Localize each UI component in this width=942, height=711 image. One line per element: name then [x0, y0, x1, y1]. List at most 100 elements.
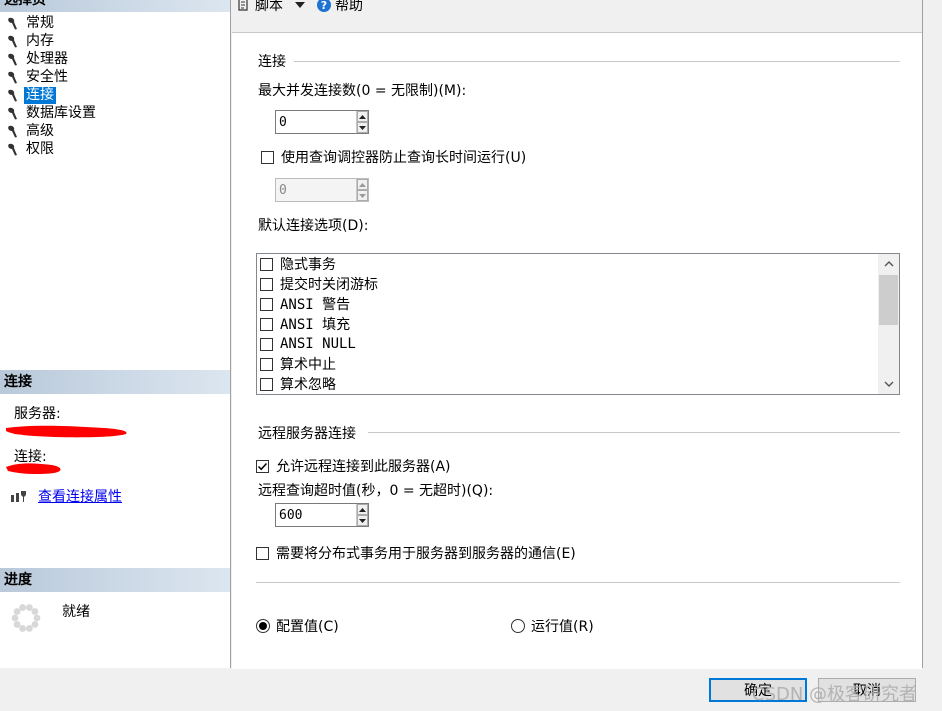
default-option-item[interactable]: ANSI NULL: [260, 334, 378, 354]
default-options-label: 默认连接选项(D):: [258, 218, 369, 234]
toolbar: 脚本 ? 帮助: [236, 0, 363, 16]
page-item[interactable]: 内存: [6, 32, 98, 50]
ok-button[interactable]: 确定: [709, 678, 807, 702]
allow-remote-checkbox[interactable]: [256, 459, 269, 473]
default-option-label: ANSI 填充: [280, 317, 351, 333]
default-option-item[interactable]: ANSI 警告: [260, 294, 378, 314]
default-option-checkbox[interactable]: [260, 277, 273, 291]
connections-group-title: 连接: [258, 54, 286, 70]
help-icon: ?: [317, 0, 331, 12]
cancel-button[interactable]: 取消: [818, 678, 916, 702]
checkmark-icon: [257, 462, 268, 470]
distributed-tx-option[interactable]: 需要将分布式事务用于服务器到服务器的通信(E): [256, 543, 576, 563]
default-option-item[interactable]: 隐式事务: [260, 254, 378, 274]
default-option-label: 提交时关闭游标: [280, 277, 378, 293]
default-option-checkbox[interactable]: [260, 337, 273, 351]
connection-properties-icon: [11, 491, 26, 502]
remote-timeout-input[interactable]: [276, 504, 356, 526]
spinner-dot: [25, 604, 33, 611]
page-item[interactable]: 处理器: [6, 50, 98, 68]
arrow-up-icon: [359, 114, 366, 119]
query-governor-label: 使用查询调控器防止查询长时间运行(U): [281, 150, 527, 166]
query-governor-checkbox[interactable]: [261, 150, 274, 164]
remote-timeout-stepper[interactable]: [275, 503, 369, 527]
page-item[interactable]: 高级: [6, 122, 98, 140]
page-item[interactable]: 常规: [6, 14, 98, 32]
arrow-up-icon: [359, 507, 366, 512]
configured-value-label: 配置值(C): [276, 619, 339, 635]
spinner-dot: [11, 614, 19, 622]
connections-page: 连接 最大并发连接数(0 = 无限制)(M): 使用查询调控器防止查询长时间运行…: [232, 32, 922, 669]
arrow-down-icon: [359, 193, 366, 198]
script-dropdown[interactable]: [295, 1, 305, 9]
default-option-item[interactable]: 算术忽略: [260, 374, 378, 394]
default-options-list[interactable]: 隐式事务提交时关闭游标 ANSI 警告 ANSI 填充 ANSI NULL 算术中止算术…: [256, 253, 900, 395]
page-item-label: 处理器: [26, 50, 68, 67]
chevron-up-icon: [884, 261, 893, 267]
connections-group-divider: [294, 61, 900, 62]
page-item-label: 高级: [26, 122, 54, 139]
remote-group-divider: [368, 432, 900, 433]
page-item-label: 安全性: [26, 68, 68, 85]
default-option-checkbox[interactable]: [260, 297, 273, 311]
scroll-down-button[interactable]: [878, 374, 899, 394]
wrench-icon: [6, 70, 18, 84]
stepper-up-button-disabled: [357, 179, 368, 190]
stepper-up-button[interactable]: [357, 504, 368, 515]
page-item-label: 内存: [26, 32, 54, 49]
script-label: 脚本: [255, 0, 283, 14]
page-item[interactable]: 连接: [6, 86, 98, 104]
max-concurrent-stepper[interactable]: [275, 110, 369, 134]
script-button[interactable]: 脚本: [236, 0, 283, 15]
wrench-icon: [6, 52, 18, 66]
configured-value-radio[interactable]: [256, 619, 270, 633]
distributed-tx-checkbox[interactable]: [256, 546, 269, 560]
default-option-label: 算术忽略: [280, 377, 336, 393]
redacted-connection-name: [6, 463, 61, 475]
script-icon: [238, 0, 248, 11]
cancel-button-label: 取消: [853, 683, 881, 699]
default-option-item[interactable]: ANSI 填充: [260, 314, 378, 334]
connection-section-title: 连接: [4, 374, 32, 390]
spinner-dot: [31, 608, 39, 615]
help-label: 帮助: [335, 0, 363, 14]
help-button[interactable]: ? 帮助: [317, 0, 363, 15]
page-item-label: 连接: [24, 86, 56, 104]
page-item-label: 常规: [26, 14, 54, 31]
default-options-items: 隐式事务提交时关闭游标 ANSI 警告 ANSI 填充 ANSI NULL 算术中止算术…: [260, 254, 378, 394]
remote-timeout-label: 远程查询超时值(秒，0 = 无超时)(Q):: [258, 483, 494, 499]
progress-status: 就绪: [62, 604, 90, 620]
arrow-down-icon: [359, 125, 366, 130]
stepper-up-button[interactable]: [357, 111, 368, 122]
default-option-checkbox[interactable]: [260, 317, 273, 331]
configured-value-option[interactable]: 配置值(C): [256, 616, 339, 636]
page-item[interactable]: 权限: [6, 140, 98, 158]
scroll-up-button[interactable]: [878, 254, 899, 274]
page-item[interactable]: 安全性: [6, 68, 98, 86]
arrow-down-icon: [359, 518, 366, 523]
default-option-item[interactable]: 算术中止: [260, 354, 378, 374]
query-governor-option[interactable]: 使用查询调控器防止查询长时间运行(U): [261, 147, 526, 167]
spinner-dot: [13, 608, 21, 615]
running-value-radio[interactable]: [511, 619, 525, 633]
max-concurrent-input[interactable]: [276, 111, 356, 133]
bottom-divider: [256, 582, 900, 583]
spinner-dot: [19, 604, 27, 611]
page-item[interactable]: 数据库设置: [6, 104, 98, 122]
view-connection-properties-link[interactable]: 查看连接属性: [38, 486, 122, 506]
select-page-header: 选择页: [0, 0, 230, 12]
spinner-dot: [31, 621, 39, 628]
stepper-down-button[interactable]: [357, 515, 368, 526]
scroll-thumb[interactable]: [879, 275, 898, 325]
running-value-option[interactable]: 运行值(R): [511, 616, 594, 636]
default-option-item[interactable]: 提交时关闭游标: [260, 274, 378, 294]
default-option-checkbox[interactable]: [260, 357, 273, 371]
select-page-title: 选择页: [4, 0, 46, 8]
default-option-checkbox[interactable]: [260, 377, 273, 391]
distributed-tx-label: 需要将分布式事务用于服务器到服务器的通信(E): [276, 546, 576, 562]
options-scrollbar[interactable]: [878, 254, 899, 394]
stepper-down-button[interactable]: [357, 122, 368, 133]
default-option-checkbox[interactable]: [260, 257, 273, 271]
allow-remote-option[interactable]: 允许远程连接到此服务器(A): [256, 456, 451, 476]
view-connection-properties[interactable]: 查看连接属性: [10, 486, 122, 506]
